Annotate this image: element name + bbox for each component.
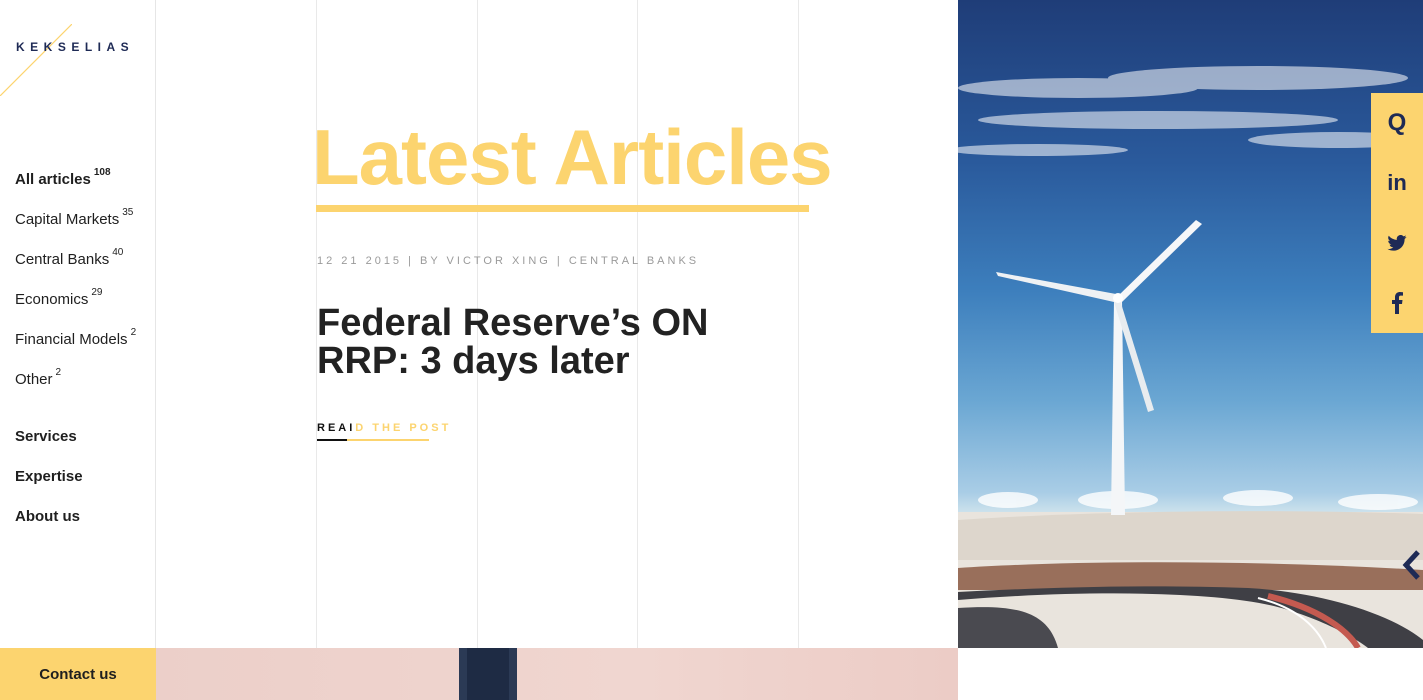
facebook-glyph — [1392, 292, 1403, 314]
category-financial-models[interactable]: Financial Models 2 — [15, 327, 137, 370]
grid-line — [798, 0, 799, 700]
wind-turbine-photo — [958, 66, 1423, 648]
category-capital-markets[interactable]: Capital Markets 35 — [15, 207, 136, 250]
read-link-underline — [317, 439, 429, 441]
category-all-articles[interactable]: All articles 108 — [15, 167, 136, 210]
read-link-text-dark: REAI — [317, 422, 356, 434]
nav-about-us[interactable]: About us — [15, 508, 83, 548]
category-label: Capital Markets — [15, 211, 120, 228]
category-label: All articles — [15, 171, 91, 188]
category-count: 29 — [91, 287, 103, 298]
chevron-left-icon[interactable] — [1400, 548, 1423, 582]
read-link-progress — [317, 439, 348, 441]
category-other[interactable]: Other 2 — [15, 367, 136, 410]
facebook-icon[interactable] — [1371, 273, 1423, 333]
hero-image — [958, 0, 1423, 648]
twitter-icon[interactable] — [1371, 213, 1423, 273]
category-label: Financial Models — [15, 331, 128, 348]
category-count: 35 — [122, 207, 134, 218]
read-the-post-link[interactable]: REAID THE POST — [317, 422, 451, 434]
social-bar: Q in — [1371, 93, 1423, 333]
category-count: 2 — [55, 367, 62, 378]
main-nav: Services Expertise About us — [15, 428, 83, 548]
nav-expertise[interactable]: Expertise — [15, 468, 83, 508]
category-count: 2 — [130, 327, 137, 338]
nav-services[interactable]: Services — [15, 428, 83, 468]
image-dark-bar-inner — [467, 648, 509, 700]
post-meta: 12 21 2015 | BY VICTOR XING | CENTRAL BA… — [317, 255, 700, 267]
sidebar: KEKSELIAS All articles 108 Capital Market… — [0, 0, 156, 700]
page-title: Latest Articles — [312, 113, 833, 201]
linkedin-icon[interactable]: in — [1371, 153, 1423, 213]
category-central-banks[interactable]: Central Banks 40 — [15, 247, 136, 290]
logo[interactable]: KEKSELIAS — [16, 40, 134, 54]
category-economics[interactable]: Economics 29 — [15, 287, 136, 330]
post-title[interactable]: Federal Reserve’s ON RRP: 3 days later — [317, 304, 737, 380]
contact-us-button[interactable]: Contact us — [0, 648, 156, 700]
image-dark-bar — [459, 648, 517, 700]
twitter-glyph — [1387, 235, 1407, 251]
read-link-text-light: D THE POST — [355, 422, 452, 434]
category-count: 108 — [93, 167, 111, 178]
logo-accent-line — [0, 24, 72, 96]
category-label: Central Banks — [15, 251, 110, 268]
next-article-image[interactable] — [156, 648, 958, 700]
search-icon[interactable]: Q — [1371, 93, 1423, 153]
category-label: Economics — [15, 291, 89, 308]
category-label: Other — [15, 371, 53, 388]
category-list: All articles 108 Capital Markets 35 Centra… — [15, 167, 137, 410]
category-count: 40 — [112, 247, 124, 258]
title-underline — [316, 205, 809, 212]
